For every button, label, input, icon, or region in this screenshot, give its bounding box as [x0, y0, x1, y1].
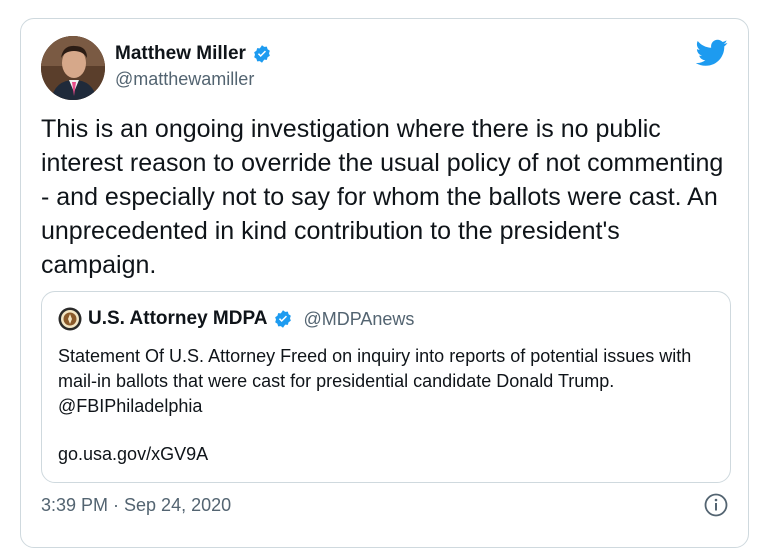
twitter-bird-icon[interactable]: [696, 39, 728, 67]
doj-seal-icon: [58, 307, 82, 331]
author-display-name[interactable]: Matthew Miller: [115, 43, 246, 65]
author-name-row[interactable]: Matthew Miller: [115, 43, 272, 65]
quoted-handle[interactable]: @MDPAnews: [303, 309, 414, 330]
info-icon[interactable]: [704, 493, 728, 517]
quoted-tweet-header: U.S. Attorney MDPA @MDPAnews: [58, 307, 414, 331]
verified-badge-icon: [254, 45, 270, 63]
avatar-portrait: [41, 36, 105, 100]
tweet-text: This is an ongoing investigation where t…: [41, 115, 724, 279]
avatar[interactable]: [41, 36, 105, 100]
quoted-tweet-text: Statement Of U.S. Attorney Freed on inqu…: [58, 346, 692, 416]
verified-badge-icon: [275, 310, 292, 328]
tweet-timestamp[interactable]: 3:39 PM · Sep 24, 2020: [41, 495, 231, 516]
quoted-tweet[interactable]: U.S. Attorney MDPA @MDPAnews Statement O…: [41, 291, 731, 483]
quoted-display-name[interactable]: U.S. Attorney MDPA: [88, 308, 267, 330]
tweet-card: Matthew Miller @matthewamiller This is a…: [20, 18, 749, 548]
author-handle[interactable]: @matthewamiller: [115, 69, 254, 90]
quoted-tweet-link[interactable]: go.usa.gov/xGV9A: [58, 444, 208, 465]
